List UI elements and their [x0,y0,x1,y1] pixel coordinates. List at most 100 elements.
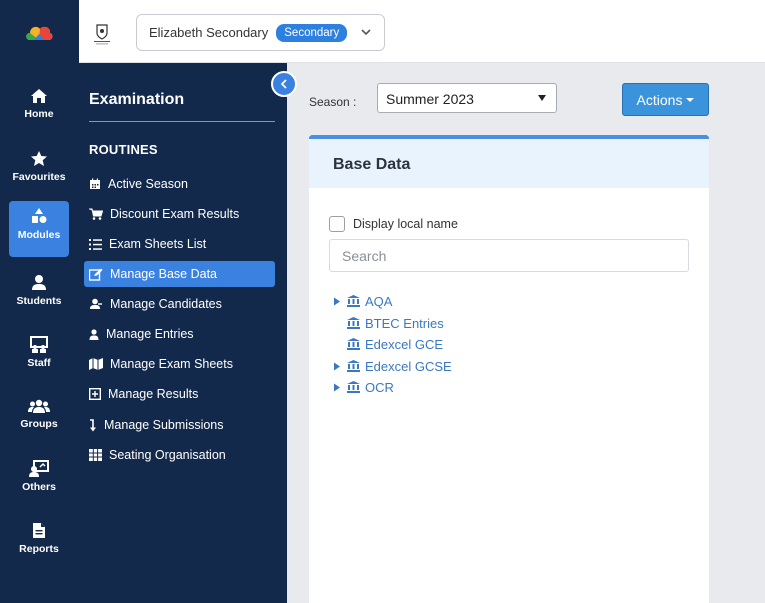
modules-icon [32,208,47,223]
nav-item-manage-exam-sheets[interactable]: Manage Exam Sheets [84,351,275,377]
expand-arrow-icon[interactable] [333,380,347,395]
rail-label: Favourites [12,171,66,183]
tree-item-label: Edexcel GCE [365,336,444,352]
section-heading: ROUTINES [89,142,158,157]
nav-item-manage-base-data[interactable]: Manage Base Data [84,261,275,287]
nav-item-label: Manage Candidates [110,297,222,311]
rail-item-reports[interactable]: Reports [9,516,69,572]
rail-label: Groups [20,418,58,430]
rail-label: Others [22,481,56,493]
rail-item-staff[interactable]: Staff [9,330,69,386]
school-selector[interactable]: Elizabeth Secondary Secondary [136,14,385,51]
display-local-name-checkbox[interactable] [329,216,345,232]
user-icon [89,328,99,340]
nav-item-label: Seating Organisation [109,448,226,462]
rail-item-home[interactable]: Home [9,82,69,138]
nav-item-label: Manage Base Data [110,267,218,281]
tree-item-btec-entries[interactable]: BTEC Entries [333,313,444,333]
module-sidebar: Examination ROUTINES Active Season Disco… [79,63,287,603]
rail-label: Home [24,108,54,120]
grid-icon [89,449,102,461]
display-local-name-row: Display local name [329,216,458,232]
nav-item-label: Manage Entries [106,327,194,341]
nav-item-seating-organisation[interactable]: Seating Organisation [84,442,275,468]
institution-icon [347,295,360,307]
nav-item-discount-exam-results[interactable]: Discount Exam Results [84,201,275,227]
tree-item-edexcel-gcse[interactable]: Edexcel GCSE [333,356,452,376]
star-icon [31,151,47,166]
expand-arrow-icon[interactable] [333,294,347,309]
nav-item-manage-results[interactable]: Manage Results [84,381,275,407]
rail-item-modules[interactable]: Modules [9,201,69,257]
tree-item-edexcel-gce[interactable]: Edexcel GCE [333,334,443,354]
list-icon [89,238,102,250]
school-type-badge: Secondary [276,23,348,42]
tree-item-label: Edexcel GCSE [365,358,452,374]
nav-item-manage-candidates[interactable]: Manage Candidates [84,291,275,317]
top-bar: Elizabeth Secondary Secondary [79,0,765,63]
base-data-panel: Base Data Display local name AQA BTEC En… [309,135,709,603]
tree-item-label: BTEC Entries [365,315,444,331]
actions-label: Actions [636,91,683,108]
tree-item-ocr[interactable]: OCR [333,377,394,397]
caret-down-icon [686,97,695,102]
home-icon [31,89,47,103]
cart-icon [89,208,103,220]
season-value: Summer 2023 [386,91,474,107]
institution-icon [347,360,360,372]
search-input[interactable] [329,239,689,272]
tree-item-aqa[interactable]: AQA [333,291,392,311]
calendar-icon [90,178,100,189]
nav-item-label: Manage Submissions [104,418,224,432]
rail-label: Students [16,295,62,307]
nav-item-label: Active Season [108,177,188,191]
rail-label: Reports [19,543,59,555]
collapse-sidebar-button[interactable] [271,71,297,97]
app-logo-icon[interactable] [24,22,54,44]
plus-square-icon [89,388,101,400]
document-icon [33,523,45,538]
nav-item-label: Exam Sheets List [109,237,207,251]
edit-icon [89,268,103,281]
nav-item-manage-entries[interactable]: Manage Entries [84,321,275,347]
school-crest-icon [94,24,110,45]
rail-item-others[interactable]: Others [9,454,69,510]
expand-arrow-icon[interactable] [333,359,347,374]
rail-item-favourites[interactable]: Favourites [9,144,69,200]
actions-button[interactable]: Actions [622,83,709,116]
rail-label: Staff [27,357,51,369]
divider [89,121,275,122]
season-label: Season : [309,95,357,109]
institution-icon [347,317,360,329]
caret-down-icon [538,95,546,101]
tree-item-label: OCR [365,379,394,395]
nav-item-active-season[interactable]: Active Season [84,171,275,197]
level-down-icon [90,418,96,431]
institution-icon [347,381,360,393]
panel-title: Base Data [309,135,709,188]
school-name: Elizabeth Secondary [149,25,269,40]
tree-item-label: AQA [365,293,393,309]
display-local-name-label: Display local name [353,217,458,231]
season-select[interactable]: Summer 2023 [377,83,557,113]
others-icon [29,460,49,477]
staff-icon [30,336,48,353]
chevron-down-icon [361,29,371,36]
icon-rail: Home Favourites Modules Students Staff G… [0,0,79,603]
rail-item-groups[interactable]: Groups [9,392,69,448]
rail-label: Modules [17,229,61,241]
nav-item-label: Discount Exam Results [110,207,240,221]
main-content: Season : Summer 2023 Actions Base Data D… [287,63,765,603]
nav-item-manage-submissions[interactable]: Manage Submissions [84,412,275,438]
map-icon [89,358,103,370]
user-slash-icon [90,298,102,309]
nav-item-exam-sheets-list[interactable]: Exam Sheets List [84,231,275,257]
user-icon [32,275,46,290]
users-group-icon [28,399,50,413]
module-title: Examination [89,91,185,108]
nav-item-label: Manage Results [108,387,199,401]
chevron-left-icon [280,79,287,89]
nav-item-label: Manage Exam Sheets [110,357,233,371]
institution-icon [347,338,360,350]
rail-item-students[interactable]: Students [9,268,69,324]
